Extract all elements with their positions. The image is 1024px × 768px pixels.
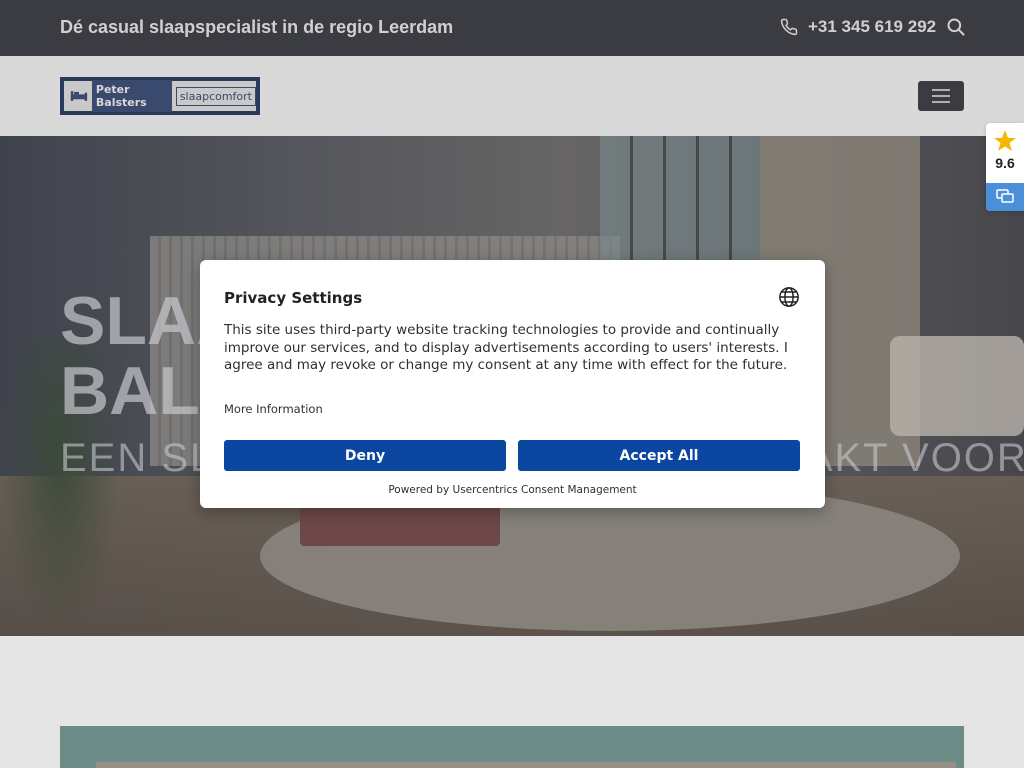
bed-icon bbox=[70, 91, 88, 101]
top-bar: Dé casual slaapspecialist in de regio Le… bbox=[0, 0, 1024, 56]
powered-by: Powered by Usercentrics Consent Manageme… bbox=[388, 484, 637, 496]
deny-button[interactable]: Deny bbox=[224, 440, 506, 471]
tagline: Dé casual slaapspecialist in de regio Le… bbox=[60, 17, 454, 37]
search-icon[interactable] bbox=[946, 17, 966, 37]
more-information-link[interactable]: More Information bbox=[224, 402, 323, 416]
menu-icon bbox=[932, 89, 950, 91]
chat-icon bbox=[996, 189, 1014, 203]
modal-title: Privacy Settings bbox=[224, 289, 363, 307]
site-header: Peter Balsters slaapcomfort bbox=[0, 56, 1024, 136]
menu-button[interactable] bbox=[918, 81, 964, 111]
chat-button[interactable] bbox=[986, 183, 1024, 211]
logo-name: Peter Balsters bbox=[91, 80, 172, 112]
teal-card bbox=[60, 726, 964, 768]
phone-link[interactable]: +31 345 619 292 bbox=[780, 17, 936, 37]
modal-body: This site uses third-party website track… bbox=[224, 322, 788, 373]
logo-sub: slaapcomfort bbox=[175, 86, 256, 106]
site-logo[interactable]: Peter Balsters slaapcomfort bbox=[60, 77, 260, 115]
star-icon bbox=[994, 130, 1016, 151]
phone-number: +31 345 619 292 bbox=[808, 17, 937, 36]
globe-icon[interactable] bbox=[778, 286, 800, 308]
accept-all-button[interactable]: Accept All bbox=[518, 440, 800, 471]
rating-score: 9.6 bbox=[995, 155, 1015, 171]
phone-icon bbox=[780, 18, 798, 36]
hero-chair bbox=[890, 336, 1024, 436]
rating-widget[interactable]: 9.6 bbox=[986, 123, 1024, 211]
privacy-modal: Privacy Settings This site uses third-pa… bbox=[200, 260, 825, 508]
